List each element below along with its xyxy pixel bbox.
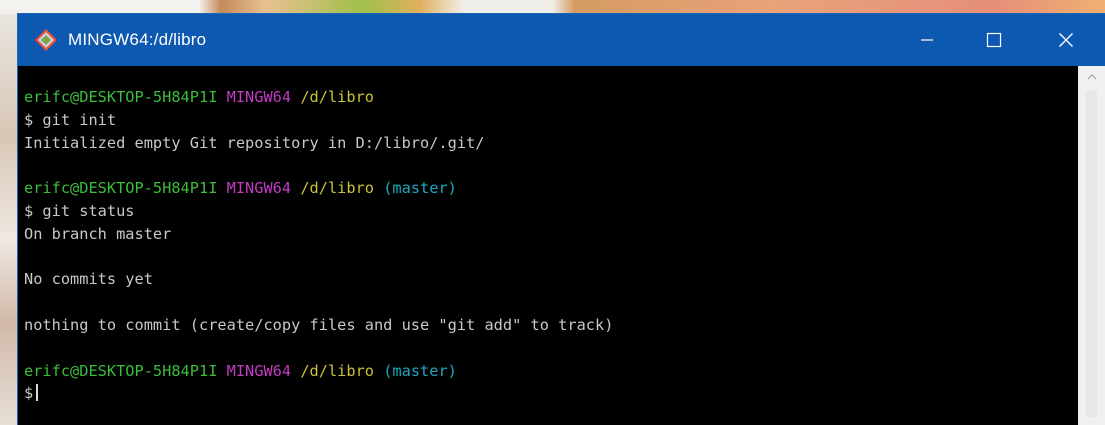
- prompt-user: erifc@DESKTOP-5H84P1I: [24, 361, 218, 380]
- terminal-output[interactable]: erifc@DESKTOP-5H84P1I MINGW64 /d/libro $…: [18, 66, 1078, 425]
- close-button[interactable]: [1037, 14, 1095, 66]
- prompt-env: MINGW64: [226, 179, 292, 198]
- git-bash-icon: [35, 29, 57, 51]
- close-icon: [1059, 33, 1073, 47]
- maximize-button[interactable]: [965, 14, 1023, 66]
- prompt-env: MINGW64: [226, 88, 292, 106]
- vertical-scrollbar[interactable]: [1078, 66, 1105, 425]
- prompt-env: MINGW64: [226, 361, 292, 380]
- text-cursor: [36, 384, 39, 402]
- output-line: No commits yet: [24, 270, 153, 289]
- input-line[interactable]: $: [24, 382, 1078, 405]
- desktop-background-side: [0, 14, 18, 425]
- desktop-background-strip: [0, 0, 1105, 14]
- prompt-user: erifc@DESKTOP-5H84P1I: [24, 179, 218, 198]
- title-bar[interactable]: MINGW64:/d/libro: [18, 14, 1105, 66]
- chevron-up-icon: [1087, 74, 1096, 80]
- scroll-up-button[interactable]: [1078, 66, 1105, 88]
- window-title: MINGW64:/d/libro: [68, 30, 207, 49]
- prompt-path: /d/libro: [300, 179, 374, 198]
- command-line: $ git status: [24, 201, 135, 220]
- maximize-icon: [986, 32, 1002, 48]
- output-line: On branch master: [24, 224, 172, 243]
- command-line: $ git init: [24, 110, 117, 129]
- prompt-branch: (master): [383, 361, 457, 380]
- prompt-user: erifc@DESKTOP-5H84P1I: [24, 88, 218, 106]
- prompt-path: /d/libro: [300, 361, 374, 380]
- terminal-window: MINGW64:/d/libro erifc@DESKTOP-5H84P1I M…: [18, 14, 1105, 425]
- minimize-icon: [921, 39, 933, 41]
- prompt-symbol: $: [24, 384, 34, 403]
- prompt-line: erifc@DESKTOP-5H84P1I MINGW64 /d/libro (…: [24, 177, 1078, 200]
- prompt-line: erifc@DESKTOP-5H84P1I MINGW64 /d/libro (…: [24, 360, 1078, 383]
- prompt-branch: (master): [383, 179, 457, 198]
- scrollbar-thumb[interactable]: [1086, 91, 1097, 417]
- prompt-line: erifc@DESKTOP-5H84P1I MINGW64 /d/libro: [24, 86, 1078, 109]
- minimize-button[interactable]: [898, 14, 956, 66]
- prompt-path: /d/libro: [300, 88, 374, 106]
- output-line: Initialized empty Git repository in D:/l…: [24, 133, 485, 152]
- output-line: nothing to commit (create/copy files and…: [24, 315, 614, 334]
